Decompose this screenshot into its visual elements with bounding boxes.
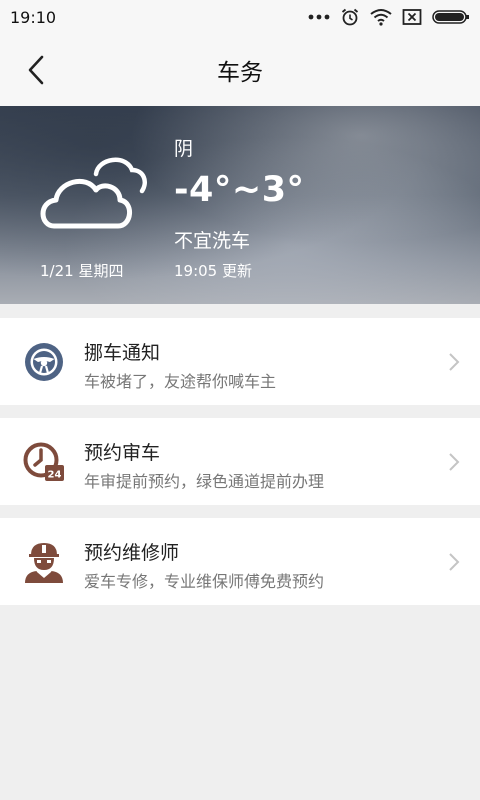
steering-wheel-icon [25, 343, 63, 381]
move-car-notice-card[interactable]: 挪车通知 车被堵了，友途帮你喊车主 [0, 318, 480, 405]
no-sim-icon [402, 8, 422, 26]
card-subtitle: 车被堵了，友途帮你喊车主 [84, 372, 277, 391]
status-bar: 19:10 [0, 0, 480, 34]
more-dots-icon [308, 12, 330, 22]
weather-banner: 1/21 星期四 阴 -4°~3° 不宜洗车 19:05 更新 [0, 106, 480, 304]
status-time: 19:10 [10, 7, 57, 27]
chevron-right-icon [449, 353, 460, 371]
car-wash-index: 不宜洗车 [174, 230, 251, 252]
card-subtitle: 年审提前预约，绿色通道提前办理 [84, 472, 325, 491]
alarm-icon [340, 7, 360, 27]
weather-update-time: 19:05 更新 [174, 262, 252, 280]
status-icons [308, 7, 470, 27]
chevron-left-icon [28, 55, 44, 85]
weather-condition: 阴 [174, 138, 194, 160]
svg-text:24: 24 [48, 470, 62, 481]
card-title: 预约审车 [84, 442, 161, 464]
cloudy-icon [40, 157, 147, 229]
wifi-icon [370, 8, 392, 26]
chevron-right-icon [449, 553, 460, 571]
card-title: 挪车通知 [84, 342, 161, 364]
page-title: 车务 [217, 60, 263, 86]
annual-inspection-card[interactable]: 24 预约审车 年审提前预约，绿色通道提前办理 [0, 418, 480, 505]
chevron-right-icon [449, 453, 460, 471]
mechanic-icon [25, 543, 63, 583]
clock-24h-icon: 24 [23, 442, 64, 481]
back-button[interactable] [20, 52, 54, 88]
battery-icon [432, 9, 470, 25]
app-header: 车务 [0, 34, 480, 106]
weather-date: 1/21 星期四 [40, 262, 124, 280]
card-subtitle: 爱车专修，专业维保师傅免费预约 [84, 572, 325, 591]
book-mechanic-card[interactable]: 预约维修师 爱车专修，专业维保师傅免费预约 [0, 518, 480, 605]
weather-temperature: -4°~3° [174, 170, 305, 210]
card-title: 预约维修师 [84, 542, 180, 564]
